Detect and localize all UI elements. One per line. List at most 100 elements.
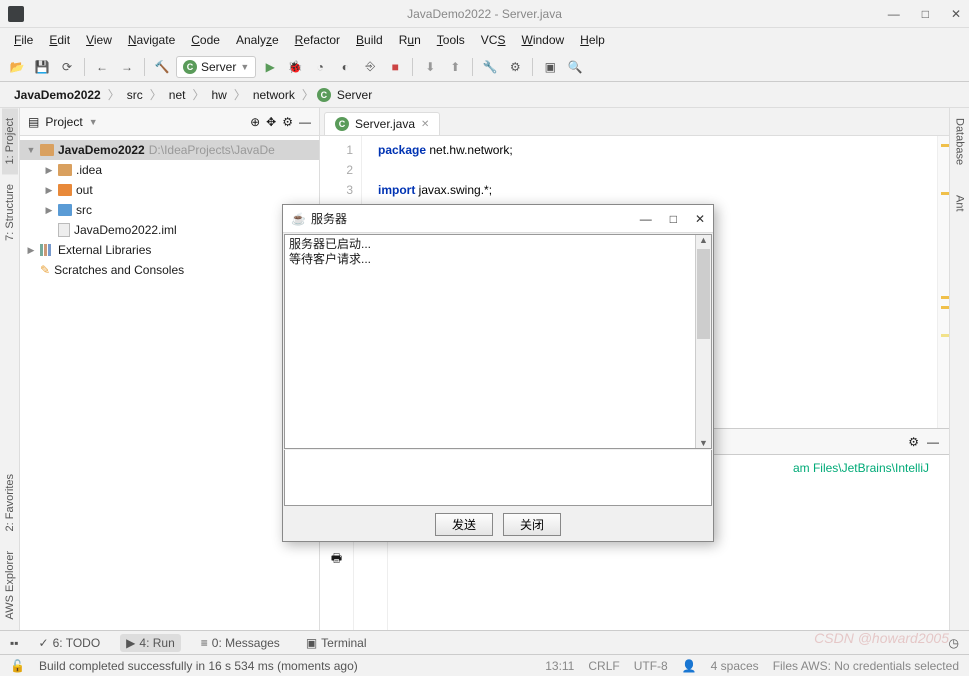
search-icon[interactable]: 🔍 <box>564 56 586 78</box>
back-icon[interactable]: ← <box>91 56 113 78</box>
tab-project[interactable]: 1: Project <box>2 108 18 174</box>
wrench-icon[interactable]: 🔧 <box>479 56 501 78</box>
menu-vcs[interactable]: VCS <box>475 31 512 49</box>
tree-item[interactable]: JavaDemo2022.iml <box>20 220 319 240</box>
menu-refactor[interactable]: Refactor <box>289 31 346 49</box>
status-indent[interactable]: 4 spaces <box>711 659 759 673</box>
error-stripe[interactable] <box>937 136 949 428</box>
tree-libs[interactable]: ▶External Libraries <box>20 240 319 260</box>
dialog-minimize-button[interactable]: — <box>640 212 652 226</box>
menu-analyze[interactable]: Analyze <box>230 31 285 49</box>
lock-icon[interactable]: 🔓 <box>10 659 25 673</box>
layout-icon[interactable]: ▣ <box>539 56 561 78</box>
save-icon[interactable]: 💾 <box>31 56 53 78</box>
menu-view[interactable]: View <box>80 31 118 49</box>
library-icon <box>40 244 54 256</box>
dialog-textarea[interactable]: 服务器已启动... 等待客户请求... <box>285 235 695 448</box>
tab-run[interactable]: ▶ 4: Run <box>120 634 181 652</box>
close-button[interactable]: ✕ <box>951 7 961 21</box>
project-view-label[interactable]: Project <box>45 115 82 129</box>
class-icon: C <box>183 60 197 74</box>
menu-navigate[interactable]: Navigate <box>122 31 181 49</box>
dialog-title: 服务器 <box>311 210 347 227</box>
tab-structure[interactable]: 7: Structure <box>2 174 18 251</box>
vcs-update-icon[interactable]: ⬇ <box>419 56 441 78</box>
gear-icon[interactable]: ⚙ <box>282 115 293 129</box>
send-button[interactable]: 发送 <box>435 513 493 536</box>
run-icon[interactable]: ▶ <box>259 56 281 78</box>
hide-icon[interactable]: — <box>299 115 311 129</box>
separator <box>472 58 473 76</box>
inspector-icon[interactable]: 👤 <box>682 659 697 673</box>
tree-scratches[interactable]: ✎Scratches and Consoles <box>20 260 319 280</box>
folder-icon <box>58 204 72 216</box>
menu-build[interactable]: Build <box>350 31 389 49</box>
bc-class[interactable]: Server <box>333 87 376 103</box>
minimize-button[interactable]: — <box>888 7 900 21</box>
tab-ant[interactable]: Ant <box>952 185 968 222</box>
dialog-titlebar[interactable]: ☕ 服务器 — □ ✕ <box>283 205 713 233</box>
status-eol[interactable]: CRLF <box>588 659 619 673</box>
tree-root-name: JavaDemo2022 <box>58 143 145 157</box>
tree-root[interactable]: ▼ JavaDemo2022 D:\IdeaProjects\JavaDe <box>20 140 319 160</box>
bc-net[interactable]: net <box>165 87 190 103</box>
refresh-icon[interactable]: ⟳ <box>56 56 78 78</box>
gear-icon[interactable]: ⚙ <box>908 435 919 449</box>
locate-icon[interactable]: ⊕ <box>250 115 260 129</box>
forward-icon[interactable]: → <box>116 56 138 78</box>
menu-code[interactable]: Code <box>185 31 226 49</box>
tab-messages[interactable]: ≡ 0: Messages <box>195 634 286 652</box>
settings-icon[interactable]: ⚙ <box>504 56 526 78</box>
menu-help[interactable]: Help <box>574 31 611 49</box>
dialog-maximize-button[interactable]: □ <box>670 212 677 226</box>
dialog-input[interactable] <box>284 450 712 506</box>
vcs-commit-icon[interactable]: ⬆ <box>444 56 466 78</box>
coverage-icon[interactable]: ◔ <box>309 56 331 78</box>
close-tab-icon[interactable]: ✕ <box>421 119 429 130</box>
attach-icon[interactable]: ⎆ <box>359 56 381 78</box>
scroll-thumb[interactable] <box>697 249 710 339</box>
menu-run[interactable]: Run <box>393 31 427 49</box>
tab-aws-explorer[interactable]: AWS Explorer <box>2 541 18 630</box>
run-config-select[interactable]: C Server ▼ <box>176 56 256 78</box>
tab-terminal[interactable]: ▣ Terminal <box>300 634 373 652</box>
open-icon[interactable]: 📂 <box>6 56 28 78</box>
server-dialog[interactable]: ☕ 服务器 — □ ✕ 服务器已启动... 等待客户请求... ▲ ▼ 发送 关… <box>282 204 714 542</box>
file-icon <box>58 223 70 237</box>
tool-window-icon[interactable]: ▪▪ <box>10 636 19 650</box>
dialog-close-button[interactable]: ✕ <box>695 212 705 226</box>
main-toolbar: 📂 💾 ⟳ ← → 🔨 C Server ▼ ▶ 🐞 ◔ ◐ ⎆ ■ ⬇ ⬆ 🔧… <box>0 52 969 82</box>
bc-src[interactable]: src <box>123 87 147 103</box>
editor-tab[interactable]: C Server.java ✕ <box>324 112 440 135</box>
status-encoding[interactable]: UTF-8 <box>634 659 668 673</box>
menu-window[interactable]: Window <box>515 31 570 49</box>
status-bar: 🔓 Build completed successfully in 16 s 5… <box>0 654 969 676</box>
profile-icon[interactable]: ◐ <box>334 56 356 78</box>
bc-project[interactable]: JavaDemo2022 <box>10 87 105 103</box>
maximize-button[interactable]: □ <box>922 7 929 21</box>
dialog-scrollbar[interactable]: ▲ ▼ <box>695 235 711 448</box>
menu-file[interactable]: File <box>8 31 39 49</box>
tree-item[interactable]: ▶out <box>20 180 319 200</box>
stop-icon[interactable]: ■ <box>384 56 406 78</box>
tab-database[interactable]: Database <box>952 108 968 175</box>
debug-icon[interactable]: 🐞 <box>284 56 306 78</box>
hide-icon[interactable]: — <box>927 435 939 449</box>
print-icon[interactable]: 🖶 <box>331 549 342 570</box>
expand-icon[interactable]: ✥ <box>266 115 276 129</box>
close-button[interactable]: 关闭 <box>503 513 561 536</box>
tab-todo[interactable]: ✓ 6: TODO <box>33 634 107 652</box>
event-log-icon[interactable]: ◷ <box>949 636 959 650</box>
tree-item[interactable]: ▶.idea <box>20 160 319 180</box>
menu-tools[interactable]: Tools <box>431 31 471 49</box>
project-tree[interactable]: ▼ JavaDemo2022 D:\IdeaProjects\JavaDe ▶.… <box>20 136 319 284</box>
scroll-down-icon[interactable]: ▼ <box>696 438 711 448</box>
tab-favorites[interactable]: 2: Favorites <box>2 464 18 541</box>
bc-hw[interactable]: hw <box>207 87 230 103</box>
tree-item[interactable]: ▶src <box>20 200 319 220</box>
menu-edit[interactable]: Edit <box>43 31 76 49</box>
bc-network[interactable]: network <box>249 87 299 103</box>
tree-root-path: D:\IdeaProjects\JavaDe <box>149 143 275 157</box>
scroll-up-icon[interactable]: ▲ <box>696 235 711 245</box>
build-icon[interactable]: 🔨 <box>151 56 173 78</box>
